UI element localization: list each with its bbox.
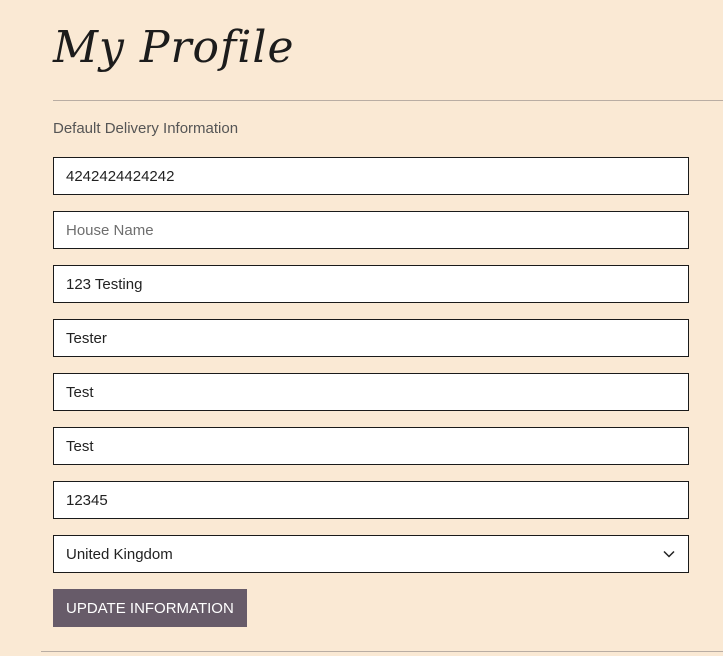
update-information-button[interactable]: UPDATE INFORMATION [53, 589, 247, 627]
country-select[interactable]: United Kingdom [53, 535, 689, 573]
title-divider [53, 100, 723, 101]
street-address-field[interactable] [53, 265, 689, 303]
phone-field[interactable] [53, 157, 689, 195]
page-title: My Profile [53, 22, 295, 73]
bottom-divider [41, 651, 723, 652]
postcode-field[interactable] [53, 481, 689, 519]
house-name-field[interactable] [53, 211, 689, 249]
country-select-value: United Kingdom [66, 545, 173, 563]
county-field[interactable] [53, 427, 689, 465]
section-label: Default Delivery Information [53, 120, 239, 137]
chevron-down-icon [662, 547, 676, 561]
address-line-2-field[interactable] [53, 319, 689, 357]
town-field[interactable] [53, 373, 689, 411]
